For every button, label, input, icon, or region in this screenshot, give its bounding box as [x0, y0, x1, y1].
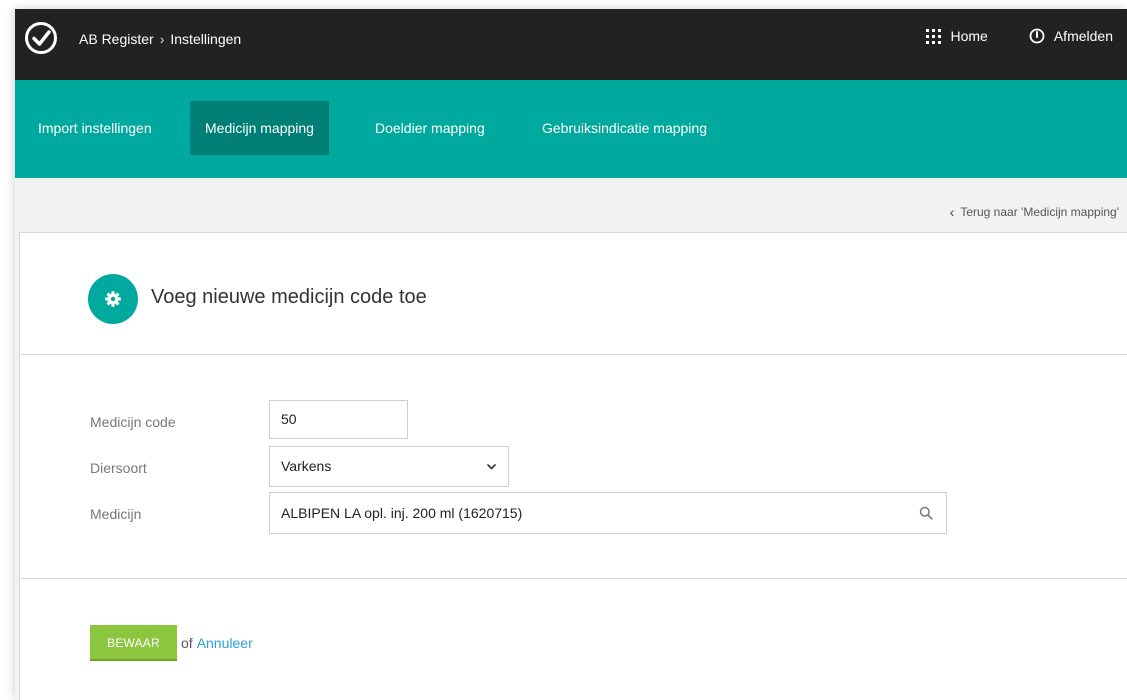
diersoort-select[interactable]: Varkens	[269, 446, 509, 487]
top-nav: Home Afmelden	[926, 28, 1113, 44]
breadcrumb-item-instellingen: Instellingen	[170, 31, 242, 47]
form-actions: BEWAAR of Annuleer	[90, 625, 253, 661]
tab-gebruiksindicatie-mapping[interactable]: Gebruiksindicatie mapping	[527, 101, 722, 155]
breadcrumb-separator: ›	[159, 31, 165, 47]
save-button[interactable]: BEWAAR	[90, 625, 177, 661]
check-circle-icon[interactable]	[24, 21, 58, 55]
page-title: Voeg nieuwe medicijn code toe	[151, 286, 427, 308]
logout-link[interactable]: Afmelden	[1029, 28, 1113, 44]
medicijn-value: ALBIPEN LA opl. inj. 200 ml (1620715)	[281, 505, 523, 521]
gear-icon	[88, 274, 138, 324]
back-link[interactable]: ‹ Terug naar 'Medicijn mapping'	[950, 205, 1119, 219]
home-label: Home	[950, 28, 988, 44]
form-section: Medicijn code 50 Diersoort Varkens Medic…	[20, 355, 1127, 579]
diersoort-label: Diersoort	[90, 460, 147, 476]
cancel-link[interactable]: Annuleer	[197, 635, 253, 651]
medicijn-code-input[interactable]: 50	[269, 400, 408, 439]
tab-medicijn-mapping[interactable]: Medicijn mapping	[190, 101, 329, 155]
or-text: of	[181, 635, 193, 651]
gear-icon-glyph	[105, 291, 121, 307]
logout-label: Afmelden	[1053, 28, 1113, 44]
form-card: Voeg nieuwe medicijn code toe Medicijn c…	[19, 232, 1127, 700]
top-bar: AB Register › Instellingen Home Afmelden	[15, 9, 1127, 80]
tab-import-instellingen[interactable]: Import instellingen	[23, 101, 167, 155]
medicijn-search-input[interactable]: ALBIPEN LA opl. inj. 200 ml (1620715)	[269, 492, 947, 534]
search-icon[interactable]	[919, 506, 933, 520]
medicijn-code-label: Medicijn code	[90, 414, 176, 430]
card-header: Voeg nieuwe medicijn code toe	[20, 233, 1127, 355]
back-link-label: Terug naar 'Medicijn mapping'	[960, 205, 1119, 219]
home-link[interactable]: Home	[926, 28, 988, 44]
diersoort-value: Varkens	[281, 458, 332, 474]
tab-bar: Import instellingen Medicijn mapping Doe…	[15, 80, 1127, 178]
grid-icon	[926, 28, 942, 44]
breadcrumb: AB Register › Instellingen	[79, 31, 241, 47]
medicijn-label: Medicijn	[90, 506, 142, 522]
app-window: AB Register › Instellingen Home Afmelden	[15, 9, 1127, 700]
tab-doeldier-mapping[interactable]: Doeldier mapping	[360, 101, 500, 155]
breadcrumb-item-ab-register[interactable]: AB Register	[79, 31, 154, 47]
chevron-down-icon	[487, 464, 496, 470]
power-icon	[1029, 28, 1045, 44]
chevron-left-icon: ‹	[949, 204, 955, 220]
